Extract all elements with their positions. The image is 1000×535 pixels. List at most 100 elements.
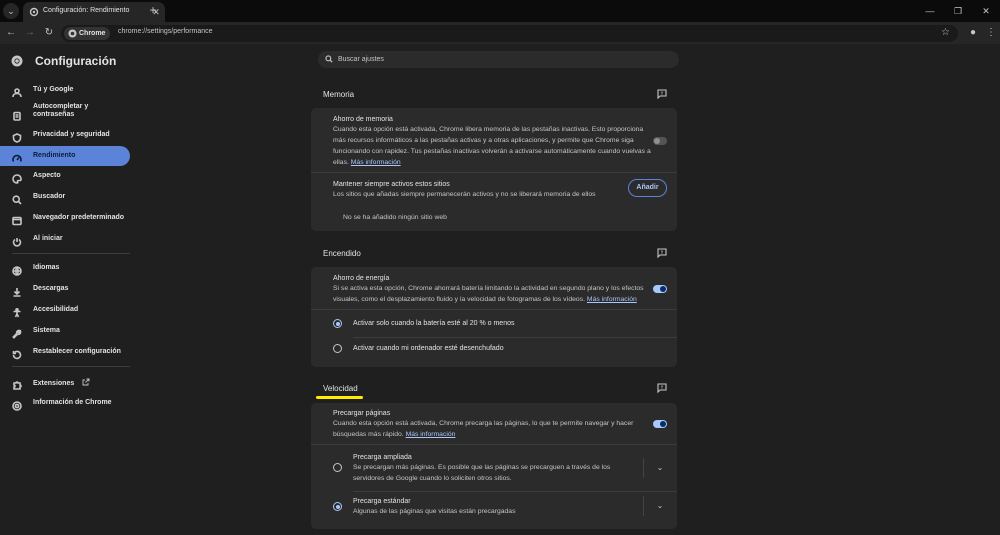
memory-saver-toggle[interactable] (653, 137, 667, 145)
tab-strip: ⌄ Configuración: Rendimiento ✕ + — ❐ ✕ (0, 0, 1000, 22)
preload-learn-more-link[interactable]: Más información (406, 431, 456, 438)
vertical-separator (643, 458, 644, 478)
sidebar-item-label: Descargas (33, 285, 69, 292)
energy-learn-more-link[interactable]: Más información (587, 296, 637, 303)
radio-battery-low[interactable] (333, 319, 342, 328)
keep-active-sites-title: Mantener siempre activos estos sitios (333, 181, 450, 188)
browser-toolbar: ← → ↻ Chrome chrome://settings/performan… (0, 22, 1000, 44)
sidebar-divider (12, 253, 130, 254)
energy-saver-toggle[interactable] (653, 285, 667, 293)
sidebar-item-default-browser[interactable]: Navegador predeterminado (0, 208, 130, 228)
sidebar-item-reset[interactable]: Restablecer configuración (0, 342, 130, 362)
forward-button[interactable]: → (22, 25, 38, 41)
restore-button[interactable]: ❐ (944, 0, 972, 22)
chrome-logo-icon (68, 29, 77, 38)
sidebar-item-appearance[interactable]: Aspecto (0, 166, 130, 186)
sidebar-item-downloads[interactable]: Descargas (0, 279, 130, 299)
sidebar-item-label: Accesibilidad (33, 306, 79, 313)
window-controls: — ❐ ✕ (916, 0, 1000, 22)
search-placeholder: Buscar ajustes (338, 56, 384, 63)
sidebar-item-accessibility[interactable]: Accesibilidad (0, 300, 130, 320)
toggle-knob (654, 138, 660, 144)
card-divider (353, 337, 677, 338)
accessibility-icon (12, 305, 22, 318)
minimize-button[interactable]: — (916, 0, 944, 22)
sidebar-item-label: Buscador (33, 193, 66, 200)
add-site-button[interactable]: Añadir (628, 179, 667, 197)
section-title-speed: Velocidad (323, 384, 358, 393)
bookmark-star-icon[interactable]: ☆ (941, 27, 950, 38)
keep-active-sites-description: Los sitios que añadas siempre permanecer… (333, 191, 596, 198)
preload-pages-toggle[interactable] (653, 420, 667, 428)
radio-unplugged[interactable] (333, 344, 342, 353)
open-in-new-icon (82, 378, 90, 386)
reload-button[interactable]: ↻ (41, 25, 57, 41)
sidebar-item-label: Navegador predeterminado (33, 214, 125, 221)
back-button[interactable]: ← (3, 25, 19, 41)
chrome-logo-icon (12, 398, 22, 411)
sidebar-item-label: Al iniciar (33, 235, 63, 242)
extensions-label: Extensiones (33, 380, 75, 387)
feedback-icon[interactable] (657, 89, 667, 99)
sidebar-item-privacy[interactable]: Privacidad y seguridad (0, 125, 130, 145)
close-window-button[interactable]: ✕ (972, 0, 1000, 22)
sidebar-item-label: Autocompletar y contraseñas (33, 103, 89, 118)
sidebar-item-autofill[interactable]: Autocompletar y contraseñas (0, 101, 130, 125)
radio-standard-preload[interactable] (333, 502, 342, 511)
radio-unplugged-label: Activar cuando mi ordenador esté desench… (353, 345, 504, 352)
expand-chevron-icon[interactable]: ⌄ (655, 463, 665, 473)
feedback-icon[interactable] (657, 383, 667, 393)
sidebar-item-system[interactable]: Sistema (0, 321, 130, 341)
sidebar-item-label: Extensiones (33, 378, 90, 388)
sidebar-item-label: Sistema (33, 327, 60, 334)
sidebar-item-label: Aspecto (33, 172, 61, 179)
sidebar-item-label: Idiomas (33, 264, 60, 271)
new-tab-button[interactable]: + (146, 3, 160, 17)
preload-pages-title: Precargar páginas (333, 410, 391, 417)
address-bar[interactable]: Chrome chrome://settings/performance ☆ (61, 25, 958, 42)
clipboard-icon (12, 108, 22, 121)
menu-kebab-icon[interactable]: ⋮ (983, 25, 999, 41)
preload-pages-text: Cuando esta opción está activada, Chrome… (333, 420, 634, 438)
sidebar-item-label: Información de Chrome (33, 399, 112, 406)
section-title-memory: Memoria (323, 90, 355, 99)
radio-extended-preload[interactable] (333, 463, 342, 472)
site-chip-label: Chrome (79, 30, 106, 37)
settings-header: Configuración (11, 53, 116, 69)
sidebar-item-label: Restablecer configuración (33, 348, 121, 355)
feedback-icon[interactable] (657, 248, 667, 258)
wrench-icon (12, 326, 22, 339)
search-icon (12, 192, 22, 205)
extended-preload-description: Se precargan más páginas. Es posible que… (353, 464, 611, 482)
profile-icon[interactable]: ● (965, 25, 981, 41)
chrome-logo-icon (11, 55, 23, 67)
card-divider (311, 309, 677, 310)
standard-preload-description: Algunas de las páginas que visitas están… (353, 508, 516, 515)
settings-gear-icon (29, 7, 39, 17)
memory-learn-more-link[interactable]: Más información (351, 159, 401, 166)
site-chip[interactable]: Chrome (64, 27, 111, 40)
reset-icon (12, 347, 22, 360)
sidebar-item-on-startup[interactable]: Al iniciar (0, 229, 130, 249)
sidebar-item-performance[interactable]: Rendimiento (0, 146, 130, 166)
sidebar-item-about-chrome[interactable]: Información de Chrome (0, 393, 130, 413)
sidebar-item-search-engine[interactable]: Buscador (0, 187, 130, 207)
card-divider (311, 172, 677, 173)
sidebar-item-languages[interactable]: Idiomas (0, 258, 130, 278)
toggle-knob (660, 421, 666, 427)
expand-chevron-icon[interactable]: ⌄ (655, 501, 665, 511)
standard-preload-title: Precarga estándar (353, 498, 411, 505)
memory-saver-title: Ahorro de memoria (333, 116, 393, 123)
tab-search-button[interactable]: ⌄ (3, 3, 19, 19)
speedometer-icon (12, 151, 22, 162)
preload-pages-description: Cuando esta opción está activada, Chrome… (333, 418, 651, 440)
settings-sidebar: Configuración Tú y Google Autocompletar … (0, 44, 140, 535)
sidebar-item-label: Privacidad y seguridad (33, 131, 110, 138)
sidebar-item-you-and-google[interactable]: Tú y Google (0, 80, 130, 100)
power-icon (12, 234, 22, 247)
sidebar-item-extensions[interactable]: Extensiones (0, 372, 130, 392)
settings-search-input[interactable]: Buscar ajustes (318, 51, 679, 68)
highlight-underline (316, 396, 363, 399)
url-text: chrome://settings/performance (118, 28, 213, 35)
browser-tab[interactable]: Configuración: Rendimiento ✕ (23, 2, 165, 22)
